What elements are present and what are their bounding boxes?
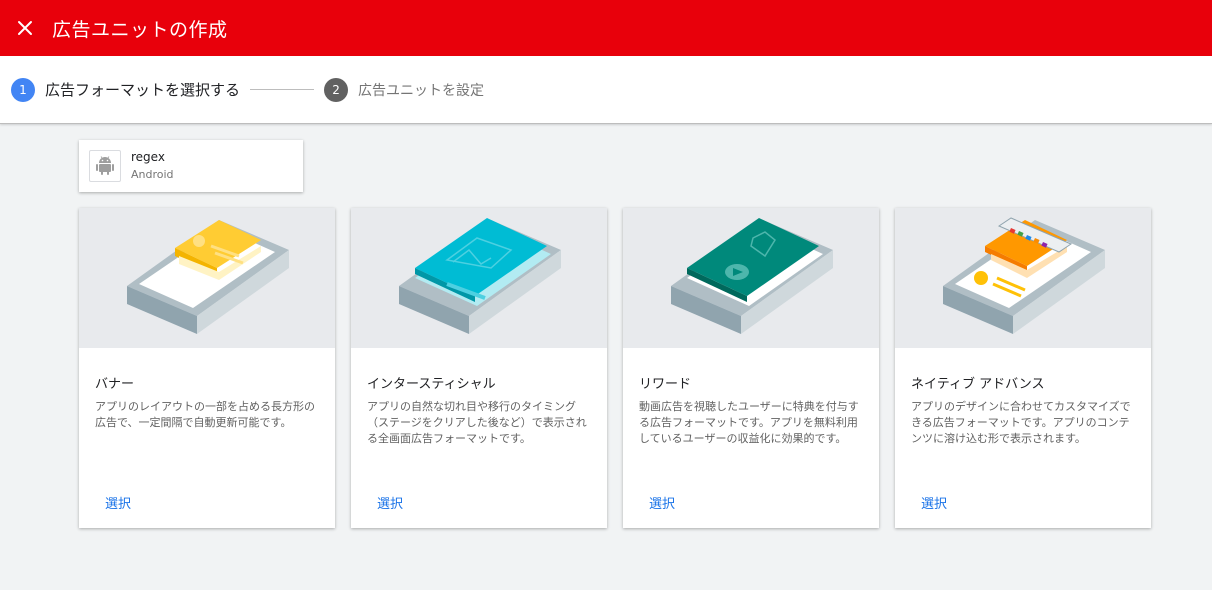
top-app-bar: 広告ユニットの作成	[0, 0, 1212, 56]
step-select-format[interactable]: 1 広告フォーマットを選択する	[11, 77, 241, 102]
format-card-interstitial[interactable]: インタースティシャル アプリの自然な切れ目や移行のタイミング（ステージをクリアし…	[351, 208, 607, 528]
selected-app-card: regex Android	[79, 140, 303, 192]
card-title: インタースティシャル	[367, 377, 496, 392]
rewarded-illustration-icon	[623, 208, 879, 348]
step-label: 広告フォーマットを選択する	[45, 81, 241, 99]
app-name: regex	[131, 150, 165, 164]
interstitial-illustration-icon	[351, 208, 607, 348]
card-title: バナー	[95, 377, 135, 392]
android-icon	[96, 156, 114, 175]
step-connector	[250, 89, 315, 90]
stepper: 1 広告フォーマットを選択する 2 広告ユニットを設定	[0, 56, 1212, 124]
select-button[interactable]: 選択	[368, 489, 412, 516]
card-description: アプリの自然な切れ目や移行のタイミング（ステージをクリアした後など）で表示される…	[367, 400, 587, 445]
step-configure-unit[interactable]: 2 広告ユニットを設定	[324, 77, 485, 102]
step-label: 広告ユニットを設定	[358, 82, 485, 99]
card-description: アプリのレイアウトの一部を占める長方形の広告で、一定間隔で自動更新可能です。	[95, 400, 315, 429]
native-advanced-illustration-icon	[895, 208, 1151, 348]
select-button[interactable]: 選択	[640, 489, 684, 516]
banner-illustration-icon	[79, 208, 335, 348]
page-title: 広告ユニットの作成	[52, 18, 228, 41]
select-button[interactable]: 選択	[912, 489, 956, 516]
close-button[interactable]	[0, 0, 50, 56]
format-card-native-advanced[interactable]: ネイティブ アドバンス アプリのデザインに合わせてカスタマイズできる広告フォーマ…	[895, 208, 1151, 528]
app-icon	[89, 150, 121, 182]
format-card-rewarded[interactable]: リワード 動画広告を視聴したユーザーに特典を付与する広告フォーマットです。アプリ…	[623, 208, 879, 528]
card-title: リワード	[639, 377, 692, 392]
close-icon	[18, 21, 32, 35]
app-platform: Android	[131, 168, 174, 181]
step-number: 1	[11, 77, 35, 102]
card-description: 動画広告を視聴したユーザーに特典を付与する広告フォーマットです。アプリを無料利用…	[639, 400, 859, 445]
card-description: アプリのデザインに合わせてカスタマイズできる広告フォーマットです。アプリのコンテ…	[911, 400, 1131, 445]
card-title: ネイティブ アドバンス	[911, 377, 1045, 392]
select-button[interactable]: 選択	[96, 489, 140, 516]
step-number: 2	[324, 77, 349, 102]
format-card-banner[interactable]: バナー アプリのレイアウトの一部を占める長方形の広告で、一定間隔で自動更新可能で…	[79, 208, 335, 528]
